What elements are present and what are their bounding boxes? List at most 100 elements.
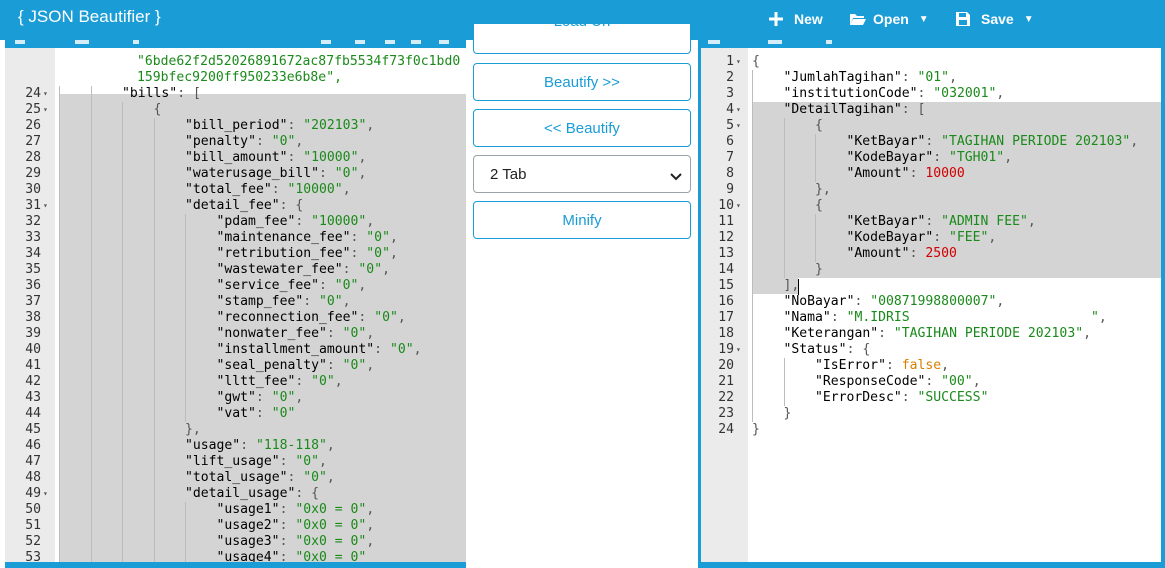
indent-select[interactable]: 2 Tab (473, 155, 691, 193)
line-number: 12 (718, 230, 734, 245)
beautify-left-button[interactable]: << Beautify (473, 109, 691, 147)
code-token: : (350, 230, 367, 245)
code-token: : (885, 358, 902, 373)
code-text: "ResponseCode": "00", (815, 374, 981, 390)
line-number: 35 (25, 262, 41, 277)
line-number: 6 (726, 134, 734, 149)
line-number: 37 (25, 294, 41, 309)
code-text: "KodeBayar": "FEE", (847, 230, 997, 246)
code-line: 50 "usage1": "0x0 = 0", (5, 502, 466, 518)
code-text: "bill_period": "202103", (185, 118, 374, 134)
code-token: "TGH01" (949, 150, 1005, 165)
code-text: "IsError": false, (815, 358, 949, 374)
code-token: "NoBayar" (783, 294, 855, 309)
line-number: 28 (25, 150, 41, 165)
code-token: : (350, 246, 367, 261)
line-number: 14 (718, 262, 734, 277)
code-text: "maintenance_fee": "0", (217, 230, 398, 246)
code-token: : (255, 390, 272, 405)
code-token: : (933, 230, 949, 245)
line-number: 17 (718, 310, 734, 325)
code-token: "0x0 = 0" (295, 502, 367, 517)
open-button[interactable]: Open ▼ (849, 7, 929, 31)
code-text: "institutionCode": "032001", (784, 86, 1005, 102)
code-token: "waterusage_bill" (185, 166, 320, 181)
fold-toggle-icon[interactable]: ▾ (43, 102, 48, 118)
code-token: : (326, 358, 343, 373)
fold-toggle-icon[interactable]: ▾ (736, 342, 741, 358)
code-line: 17 "Nama": "M.IDRIS ", (701, 310, 1161, 326)
code-token: "bill_period" (185, 118, 288, 133)
fold-toggle-icon[interactable]: ▾ (43, 486, 48, 502)
code-token: "JumlahTagihan" (783, 70, 902, 85)
code-token: "usage3" (216, 534, 280, 549)
code-token: , (1027, 214, 1036, 229)
line-number: 45 (25, 422, 41, 437)
code-token: , (1130, 134, 1139, 149)
code-token: "Amount" (846, 246, 910, 261)
code-line: 34 "retribution_fee": "0", (5, 246, 466, 262)
code-line: 5 ▾ { (701, 118, 1161, 134)
new-button[interactable]: New (768, 7, 823, 31)
code-line: 11 "KetBayar": "ADMIN FEE", (701, 214, 1161, 230)
code-token: : (287, 118, 304, 133)
code-line: 40 "installment_amount": "0", (5, 342, 466, 358)
code-text: "installment_amount": "0", (217, 342, 422, 358)
code-token: , (366, 358, 375, 373)
code-token: : (901, 390, 918, 405)
fold-toggle-icon[interactable]: ▾ (736, 102, 741, 118)
right-editor-toolbar (698, 40, 1165, 48)
minify-button[interactable]: Minify (473, 201, 691, 239)
line-number: 44 (25, 406, 41, 421)
code-token: "DetailTagihan" (783, 102, 902, 117)
line-number: 41 (25, 358, 41, 373)
code-text: } (752, 422, 760, 438)
code-text: "Nama": "M.IDRIS ", (784, 310, 1107, 326)
code-token: : (909, 166, 926, 181)
line-number: 4 (726, 102, 734, 117)
code-token: : (933, 150, 949, 165)
fold-toggle-icon[interactable]: ▾ (43, 86, 48, 102)
code-token: "ADMIN FEE" (941, 214, 1028, 229)
code-token: : (279, 518, 296, 533)
code-token: : (830, 310, 847, 325)
left-code-editor[interactable]: "6bde62f2d52026891672ac87fb5534f73f0c1bd… (5, 48, 466, 562)
fold-toggle-icon[interactable]: ▾ (43, 198, 48, 214)
code-text: "usage2": "0x0 = 0", (217, 518, 375, 534)
line-number: 52 (25, 534, 41, 549)
code-token: "0" (271, 390, 296, 405)
code-token: : { (279, 198, 304, 213)
code-line: 52 "usage3": "0x0 = 0", (5, 534, 466, 550)
right-editor-panel: 1 ▾{2 "JumlahTagihan": "01", 3 "institutionC… (698, 40, 1165, 568)
code-text: }, (815, 182, 831, 198)
left-editor-panel: "6bde62f2d52026891672ac87fb5534f73f0c1bd… (5, 40, 466, 568)
code-token: "0" (334, 166, 359, 181)
code-token: , (295, 390, 304, 405)
code-token: "maintenance_fee" (216, 230, 351, 245)
fold-toggle-icon[interactable]: ▾ (736, 54, 741, 70)
code-token: 2500 (925, 246, 957, 261)
code-text: "detail_usage": { (185, 486, 319, 502)
fold-toggle-icon[interactable]: ▾ (736, 198, 741, 214)
code-line: 22 "ErrorDesc": "SUCCESS" (701, 390, 1161, 406)
code-line: 43 "gwt": "0", (5, 390, 466, 406)
code-line: 41 "seal_penalty": "0", (5, 358, 466, 374)
code-text: { (815, 118, 823, 134)
line-number: 16 (718, 294, 734, 309)
code-token: "202103" (303, 118, 367, 133)
code-token: "usage4" (216, 550, 280, 562)
right-code-editor[interactable]: 1 ▾{2 "JumlahTagihan": "01", 3 "institutionC… (701, 48, 1161, 562)
code-line: 32 "pdam_fee": "10000", (5, 214, 466, 230)
beautify-right-button[interactable]: Beautify >> (473, 63, 691, 101)
code-token: , (358, 166, 367, 181)
code-token: "seal_penalty" (216, 358, 327, 373)
line-number: 18 (718, 326, 734, 341)
fold-toggle-icon[interactable]: ▾ (736, 118, 741, 134)
code-token: "10000" (287, 182, 343, 197)
code-token: "0" (311, 374, 335, 389)
code-token: "usage" (185, 438, 241, 453)
save-button[interactable]: Save ▼ (955, 7, 1034, 31)
code-token: "10000" (303, 150, 359, 165)
wrapped-string: 159bfec9200ff950233e6b8e", (137, 70, 342, 85)
code-token: , (941, 358, 950, 373)
